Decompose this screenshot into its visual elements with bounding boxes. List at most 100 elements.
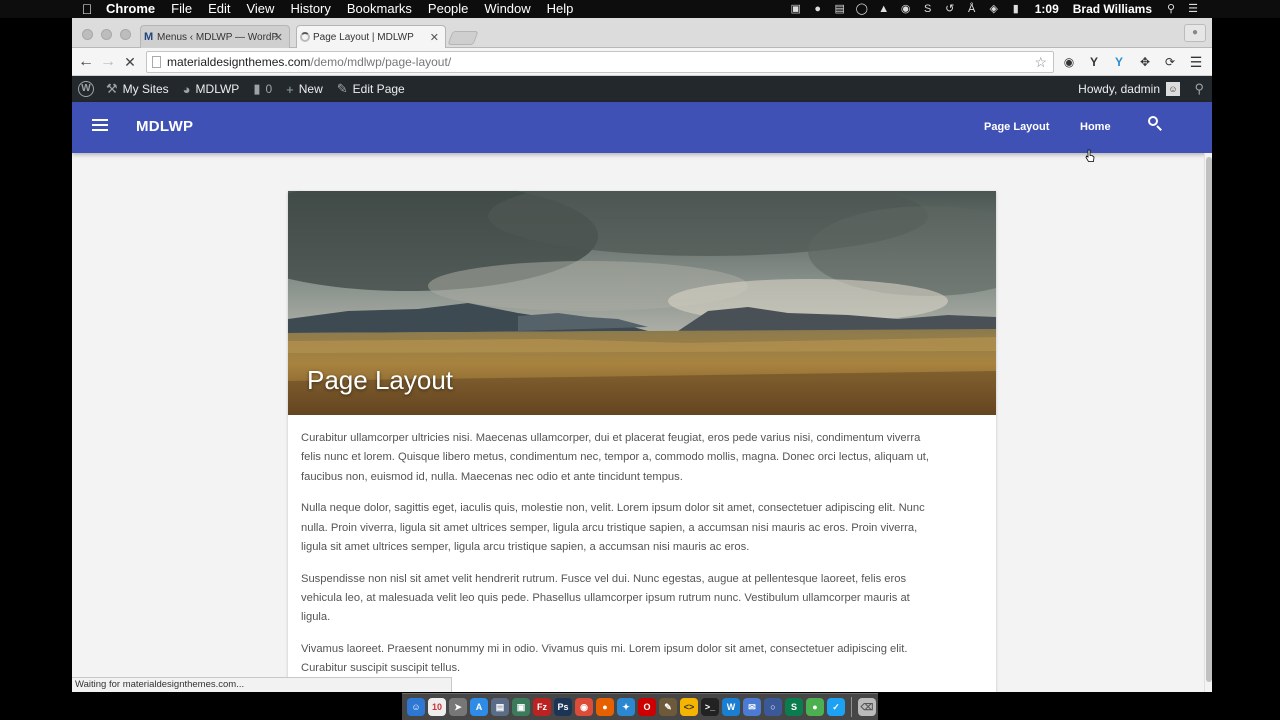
back-icon[interactable]: ← xyxy=(76,52,96,72)
filezilla-icon[interactable]: Fz xyxy=(533,698,551,716)
bookmark-star-icon[interactable]: ☆ xyxy=(1034,52,1047,72)
apple-icon[interactable]:  xyxy=(70,1,104,17)
nav-link-home[interactable]: Home xyxy=(1080,121,1111,133)
browser-toolbar: ← → ✕ materialdesignthemes.com/demo/mdlw… xyxy=(72,48,1212,76)
calendar-icon[interactable]: 10 xyxy=(428,698,446,716)
app-store-icon[interactable]: A xyxy=(470,698,488,716)
trash-icon[interactable]: ⌫ xyxy=(858,698,876,716)
admin-edit-page-label: Edit Page xyxy=(352,82,405,96)
clock[interactable]: 1:09 xyxy=(1035,2,1059,16)
admin-my-sites-label: My Sites xyxy=(122,82,169,96)
creative-cloud-icon[interactable]: ◯ xyxy=(855,3,869,15)
tab-menus[interactable]: M Menus ‹ MDLWP — WordP ✕ xyxy=(140,25,290,49)
new-tab-button[interactable] xyxy=(447,31,479,45)
chrome-menu-icon[interactable]: ☰ xyxy=(1186,52,1206,72)
twitter-icon[interactable]: ✓ xyxy=(827,698,845,716)
admin-search-icon[interactable]: ⚲ xyxy=(1194,81,1204,97)
content-card: Page Layout Curabitur ullamcorper ultric… xyxy=(288,191,996,692)
close-window-button[interactable] xyxy=(82,29,93,40)
page-title: Page Layout xyxy=(307,365,454,395)
extension-y-icon[interactable]: Y xyxy=(1084,52,1104,72)
terminal-icon[interactable]: >_ xyxy=(701,698,719,716)
zoom-window-button[interactable] xyxy=(120,29,131,40)
preview-icon[interactable]: ▤ xyxy=(491,698,509,716)
menu-window[interactable]: Window xyxy=(484,0,530,18)
coda-icon[interactable]: <> xyxy=(680,698,698,716)
menu-app[interactable]: Chrome xyxy=(106,0,155,18)
firefox-icon[interactable]: ● xyxy=(596,698,614,716)
skype-icon[interactable]: ◉ xyxy=(899,3,913,15)
chrome-icon[interactable]: ◉ xyxy=(575,698,593,716)
time-machine-icon[interactable]: ↺ xyxy=(943,3,957,15)
admin-account[interactable]: Howdy, dadmin ☺ xyxy=(1078,76,1180,102)
menu-people[interactable]: People xyxy=(428,0,468,18)
scrollbar-thumb[interactable] xyxy=(1206,157,1212,682)
menu-bookmarks[interactable]: Bookmarks xyxy=(347,0,412,18)
display-icon[interactable]: ▤ xyxy=(833,3,847,15)
battery-icon[interactable]: ▮ xyxy=(1009,3,1023,15)
admin-edit-page[interactable]: ✎ Edit Page xyxy=(337,81,405,97)
wifi-icon[interactable]: ◈ xyxy=(987,3,1001,15)
extension-y-blue-icon[interactable]: Y xyxy=(1109,52,1129,72)
wordpress-logo-icon[interactable]: W xyxy=(78,81,94,97)
menu-history[interactable]: History xyxy=(290,0,330,18)
browser-window: M Menus ‹ MDLWP — WordP ✕ Page Layout | … xyxy=(72,18,1212,692)
hamburger-menu-icon[interactable] xyxy=(92,119,108,133)
page-scrollbar[interactable] xyxy=(1204,153,1212,692)
comment-icon: ▮ xyxy=(253,81,261,96)
menu-view[interactable]: View xyxy=(246,0,274,18)
photoshop-icon[interactable]: Ps xyxy=(554,698,572,716)
evernote-dock-icon[interactable]: ● xyxy=(806,698,824,716)
profile-icon[interactable]: ● xyxy=(1184,24,1206,42)
extension-crosshair-icon[interactable]: ✥ xyxy=(1135,52,1155,72)
tab-page-layout[interactable]: Page Layout | MDLWP ✕ xyxy=(296,25,446,49)
facetime-icon[interactable]: ▣ xyxy=(789,3,803,15)
address-bar[interactable]: materialdesignthemes.com/demo/mdlwp/page… xyxy=(146,51,1054,73)
admin-my-sites[interactable]: ⚒ My Sites xyxy=(106,81,169,97)
close-tab-icon[interactable]: ✕ xyxy=(274,26,283,49)
mdl-app-bar: MDLWP Page Layout Home xyxy=(72,102,1212,162)
mac-dock: ☺ 10 ➤ A ▤ ▣ Fz Ps ◉ ● ✦ O ✎ <> >_ W ✉ ○… xyxy=(402,693,878,720)
extension-camera-icon[interactable]: ◉ xyxy=(1059,52,1079,72)
menu-help[interactable]: Help xyxy=(547,0,574,18)
hero-image: Page Layout xyxy=(288,191,996,415)
box-icon[interactable]: ▲ xyxy=(877,3,891,15)
launchpad-icon[interactable]: ➤ xyxy=(449,698,467,716)
menubar-user[interactable]: Brad Williams xyxy=(1073,2,1152,16)
evernote-icon[interactable]: ● xyxy=(811,3,825,15)
stop-icon[interactable]: ✕ xyxy=(120,52,140,72)
bluetooth-icon[interactable]: Å xyxy=(965,3,979,15)
url-host: materialdesignthemes.com xyxy=(167,55,311,69)
close-tab-icon[interactable]: ✕ xyxy=(430,26,439,49)
menu-edit[interactable]: Edit xyxy=(208,0,230,18)
mac-menubar:  Chrome File Edit View History Bookmark… xyxy=(0,0,1280,18)
safari-icon[interactable]: ✦ xyxy=(617,698,635,716)
tab-title: Page Layout | MDLWP xyxy=(313,32,414,43)
admin-new[interactable]: + New xyxy=(286,82,323,97)
sequel-pro-icon[interactable]: ▣ xyxy=(512,698,530,716)
admin-comments[interactable]: ▮ 0 xyxy=(253,81,272,97)
paragraph: Curabitur ullamcorper ultricies nisi. Ma… xyxy=(301,432,930,483)
admin-site[interactable]: ◕ MDLWP xyxy=(183,82,240,97)
mail-icon[interactable]: ✉ xyxy=(743,698,761,716)
dock-separator xyxy=(851,697,852,717)
notification-center-icon[interactable]: ☰ xyxy=(1186,3,1200,15)
extension-refresh-icon[interactable]: ⟳ xyxy=(1160,52,1180,72)
wordpress-m-icon: M xyxy=(144,31,154,43)
page-icon xyxy=(152,56,161,68)
nav-link-page-layout[interactable]: Page Layout xyxy=(984,121,1049,133)
notes-app-icon[interactable]: ✎ xyxy=(659,698,677,716)
forward-icon[interactable]: → xyxy=(98,52,118,72)
opera-icon[interactable]: O xyxy=(638,698,656,716)
wordpress-app-icon[interactable]: W xyxy=(722,698,740,716)
minimize-window-button[interactable] xyxy=(101,29,112,40)
spotlight-icon[interactable]: ⚲ xyxy=(1164,3,1178,15)
menu-file[interactable]: File xyxy=(171,0,192,18)
scrivener-icon[interactable]: S xyxy=(785,698,803,716)
messages-icon[interactable]: ○ xyxy=(764,698,782,716)
pencil-icon: ✎ xyxy=(336,81,348,96)
search-icon[interactable] xyxy=(1148,116,1162,131)
site-brand[interactable]: MDLWP xyxy=(136,118,193,135)
dollar-icon[interactable]: S xyxy=(921,3,935,15)
finder-icon[interactable]: ☺ xyxy=(407,698,425,716)
